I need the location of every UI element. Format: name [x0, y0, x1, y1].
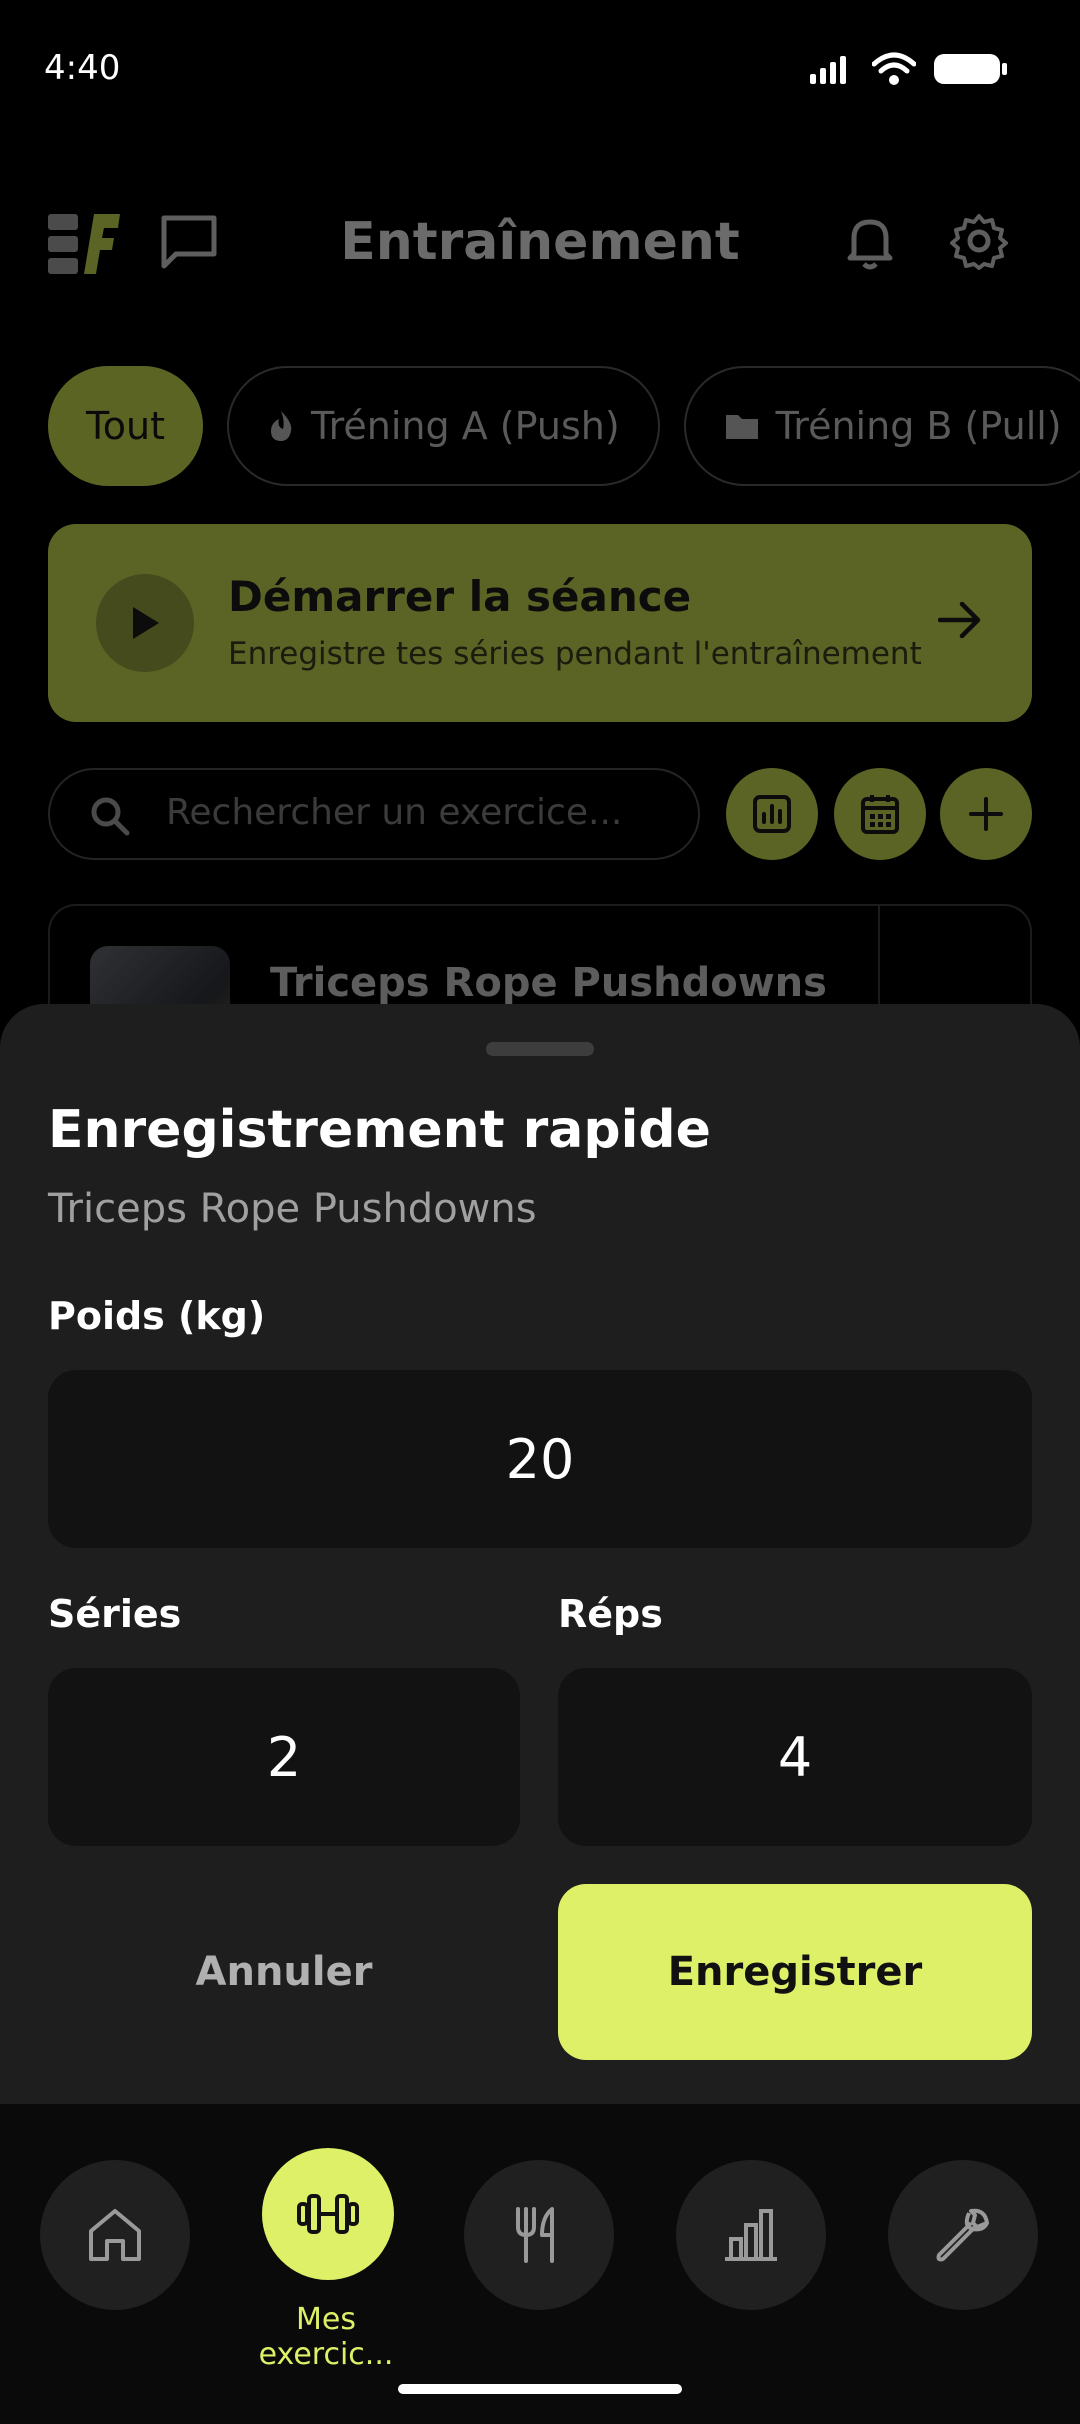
chip-label: Tréning A (Push): [311, 404, 620, 448]
weight-label: Poids (kg): [48, 1294, 266, 1338]
search-icon: [91, 797, 130, 836]
chip-label: Tout: [86, 404, 165, 448]
quick-log-sheet: Enregistrement rapide Triceps Rope Pushd…: [0, 1004, 1080, 2104]
sheet-handle[interactable]: [486, 1042, 594, 1056]
add-exercise-button[interactable]: [940, 768, 1032, 860]
fork-knife-icon: [516, 2207, 554, 2263]
search-row: Rechercher un exercice...: [48, 768, 1032, 860]
app-header: Entraînement: [0, 200, 1080, 290]
chip-all[interactable]: Tout: [48, 366, 203, 486]
home-indicator: [398, 2384, 682, 2394]
search-input[interactable]: Rechercher un exercice...: [48, 768, 700, 860]
sets-label: Séries: [48, 1592, 182, 1636]
play-icon: [133, 607, 159, 639]
bottom-nav: Mes exercic...: [0, 2104, 1080, 2424]
start-session-subtitle: Enregistre tes séries pendant l'entraîne…: [228, 636, 922, 672]
start-session-card[interactable]: Démarrer la séance Enregistre tes séries…: [48, 524, 1032, 722]
start-session-title: Démarrer la séance: [228, 572, 692, 621]
dumbbell-icon: [297, 2194, 359, 2234]
reps-input[interactable]: 4: [558, 1668, 1032, 1846]
gear-icon[interactable]: [950, 212, 1008, 270]
save-button[interactable]: Enregistrer: [558, 1884, 1032, 2060]
stats-button[interactable]: [726, 768, 818, 860]
plus-icon: [969, 797, 1003, 831]
arrow-right-icon: [938, 601, 981, 639]
sheet-subtitle: Triceps Rope Pushdowns: [48, 1186, 537, 1232]
nav-nutrition[interactable]: [464, 2160, 614, 2310]
chip-training-a[interactable]: Tréning A (Push): [227, 366, 660, 486]
cancel-button[interactable]: Annuler: [48, 1884, 520, 2060]
filter-chips: Tout Tréning A (Push) Tréning B (Pull): [48, 366, 1080, 486]
page-title: Entraînement: [340, 212, 740, 272]
nav-active-label: Mes exercic...: [258, 2302, 394, 2372]
bar-chart-icon: [725, 2209, 777, 2261]
calendar-button[interactable]: [834, 768, 926, 860]
nav-tools[interactable]: [888, 2160, 1038, 2310]
nav-home[interactable]: [40, 2160, 190, 2310]
home-icon: [89, 2209, 141, 2261]
chip-training-b[interactable]: Tréning B (Pull): [683, 366, 1080, 486]
flame-icon: [271, 411, 292, 441]
wrench-icon: [936, 2208, 989, 2262]
exercise-name: Triceps Rope Pushdowns: [270, 960, 827, 1006]
folder-icon: [725, 415, 758, 439]
sets-input[interactable]: 2: [48, 1668, 520, 1846]
calendar-icon: [861, 795, 899, 834]
nav-exercises[interactable]: [262, 2148, 394, 2280]
sheet-title: Enregistrement rapide: [48, 1100, 711, 1160]
weight-input[interactable]: 20: [48, 1370, 1032, 1548]
play-button: [96, 574, 194, 672]
reps-label: Réps: [558, 1592, 663, 1636]
chip-label: Tréning B (Pull): [775, 404, 1062, 448]
search-placeholder: Rechercher un exercice...: [166, 792, 623, 833]
bell-icon[interactable]: [846, 214, 894, 270]
chart-box-icon: [753, 795, 791, 833]
nav-stats[interactable]: [676, 2160, 826, 2310]
